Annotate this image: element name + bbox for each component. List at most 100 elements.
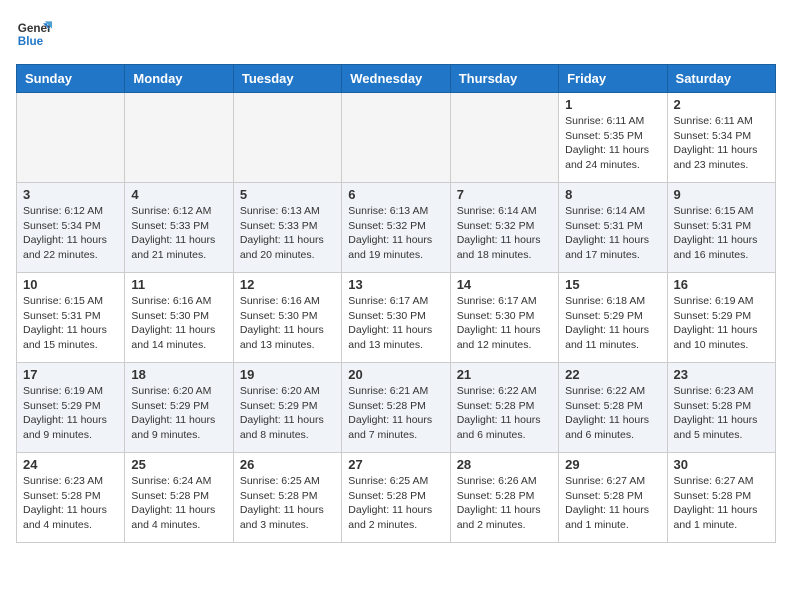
day-number: 15 xyxy=(565,277,660,292)
day-info: Sunrise: 6:23 AMSunset: 5:28 PMDaylight:… xyxy=(674,384,769,443)
calendar-cell: 28 Sunrise: 6:26 AMSunset: 5:28 PMDayligh… xyxy=(450,453,558,543)
day-info: Sunrise: 6:21 AMSunset: 5:28 PMDaylight:… xyxy=(348,384,443,443)
day-number: 25 xyxy=(131,457,226,472)
day-number: 28 xyxy=(457,457,552,472)
day-info: Sunrise: 6:11 AMSunset: 5:35 PMDaylight:… xyxy=(565,114,660,173)
day-info: Sunrise: 6:27 AMSunset: 5:28 PMDaylight:… xyxy=(674,474,769,533)
day-info: Sunrise: 6:12 AMSunset: 5:34 PMDaylight:… xyxy=(23,204,118,263)
day-number: 21 xyxy=(457,367,552,382)
weekday-header-sunday: Sunday xyxy=(17,65,125,93)
day-info: Sunrise: 6:22 AMSunset: 5:28 PMDaylight:… xyxy=(565,384,660,443)
calendar-week-2: 3 Sunrise: 6:12 AMSunset: 5:34 PMDaylight… xyxy=(17,183,776,273)
day-number: 24 xyxy=(23,457,118,472)
day-info: Sunrise: 6:11 AMSunset: 5:34 PMDaylight:… xyxy=(674,114,769,173)
day-number: 27 xyxy=(348,457,443,472)
weekday-header-wednesday: Wednesday xyxy=(342,65,450,93)
calendar-cell: 1 Sunrise: 6:11 AMSunset: 5:35 PMDaylight… xyxy=(559,93,667,183)
day-number: 22 xyxy=(565,367,660,382)
day-info: Sunrise: 6:15 AMSunset: 5:31 PMDaylight:… xyxy=(23,294,118,353)
day-number: 19 xyxy=(240,367,335,382)
day-info: Sunrise: 6:20 AMSunset: 5:29 PMDaylight:… xyxy=(131,384,226,443)
calendar-cell: 9 Sunrise: 6:15 AMSunset: 5:31 PMDaylight… xyxy=(667,183,775,273)
day-info: Sunrise: 6:19 AMSunset: 5:29 PMDaylight:… xyxy=(23,384,118,443)
calendar-cell: 27 Sunrise: 6:25 AMSunset: 5:28 PMDayligh… xyxy=(342,453,450,543)
logo-icon: General Blue xyxy=(16,16,52,52)
day-number: 30 xyxy=(674,457,769,472)
day-info: Sunrise: 6:16 AMSunset: 5:30 PMDaylight:… xyxy=(240,294,335,353)
day-info: Sunrise: 6:22 AMSunset: 5:28 PMDaylight:… xyxy=(457,384,552,443)
day-info: Sunrise: 6:13 AMSunset: 5:33 PMDaylight:… xyxy=(240,204,335,263)
day-info: Sunrise: 6:18 AMSunset: 5:29 PMDaylight:… xyxy=(565,294,660,353)
day-info: Sunrise: 6:26 AMSunset: 5:28 PMDaylight:… xyxy=(457,474,552,533)
day-number: 26 xyxy=(240,457,335,472)
calendar-cell: 23Sunrise: 6:23 AMSunset: 5:28 PMDayligh… xyxy=(667,363,775,453)
day-number: 18 xyxy=(131,367,226,382)
day-info: Sunrise: 6:12 AMSunset: 5:33 PMDaylight:… xyxy=(131,204,226,263)
calendar-cell: 20 Sunrise: 6:21 AMSunset: 5:28 PMDayligh… xyxy=(342,363,450,453)
calendar-cell: 24 Sunrise: 6:23 AMSunset: 5:28 PMDayligh… xyxy=(17,453,125,543)
calendar-cell: 14 Sunrise: 6:17 AMSunset: 5:30 PMDayligh… xyxy=(450,273,558,363)
weekday-header-tuesday: Tuesday xyxy=(233,65,341,93)
calendar-cell xyxy=(450,93,558,183)
day-info: Sunrise: 6:13 AMSunset: 5:32 PMDaylight:… xyxy=(348,204,443,263)
calendar-cell: 5Sunrise: 6:13 AMSunset: 5:33 PMDaylight… xyxy=(233,183,341,273)
day-info: Sunrise: 6:27 AMSunset: 5:28 PMDaylight:… xyxy=(565,474,660,533)
day-number: 7 xyxy=(457,187,552,202)
calendar-cell xyxy=(233,93,341,183)
day-number: 14 xyxy=(457,277,552,292)
weekday-header-monday: Monday xyxy=(125,65,233,93)
day-number: 13 xyxy=(348,277,443,292)
day-info: Sunrise: 6:24 AMSunset: 5:28 PMDaylight:… xyxy=(131,474,226,533)
day-info: Sunrise: 6:17 AMSunset: 5:30 PMDaylight:… xyxy=(457,294,552,353)
day-number: 2 xyxy=(674,97,769,112)
weekday-header-thursday: Thursday xyxy=(450,65,558,93)
calendar-week-1: 1 Sunrise: 6:11 AMSunset: 5:35 PMDaylight… xyxy=(17,93,776,183)
day-number: 11 xyxy=(131,277,226,292)
weekday-header-saturday: Saturday xyxy=(667,65,775,93)
day-info: Sunrise: 6:14 AMSunset: 5:32 PMDaylight:… xyxy=(457,204,552,263)
calendar-cell: 6 Sunrise: 6:13 AMSunset: 5:32 PMDaylight… xyxy=(342,183,450,273)
day-number: 12 xyxy=(240,277,335,292)
logo: General Blue xyxy=(16,16,56,52)
calendar-header-row: SundayMondayTuesdayWednesdayThursdayFrid… xyxy=(17,65,776,93)
calendar-week-5: 24 Sunrise: 6:23 AMSunset: 5:28 PMDayligh… xyxy=(17,453,776,543)
day-number: 20 xyxy=(348,367,443,382)
weekday-header-friday: Friday xyxy=(559,65,667,93)
calendar-cell: 19Sunrise: 6:20 AMSunset: 5:29 PMDayligh… xyxy=(233,363,341,453)
calendar-week-3: 10 Sunrise: 6:15 AMSunset: 5:31 PMDayligh… xyxy=(17,273,776,363)
day-number: 4 xyxy=(131,187,226,202)
calendar-cell: 2 Sunrise: 6:11 AMSunset: 5:34 PMDaylight… xyxy=(667,93,775,183)
calendar-table: SundayMondayTuesdayWednesdayThursdayFrid… xyxy=(16,64,776,543)
day-number: 16 xyxy=(674,277,769,292)
calendar-cell: 13 Sunrise: 6:17 AMSunset: 5:30 PMDayligh… xyxy=(342,273,450,363)
calendar-cell: 11 Sunrise: 6:16 AMSunset: 5:30 PMDayligh… xyxy=(125,273,233,363)
calendar-cell: 18 Sunrise: 6:20 AMSunset: 5:29 PMDayligh… xyxy=(125,363,233,453)
day-number: 6 xyxy=(348,187,443,202)
day-info: Sunrise: 6:25 AMSunset: 5:28 PMDaylight:… xyxy=(348,474,443,533)
day-info: Sunrise: 6:16 AMSunset: 5:30 PMDaylight:… xyxy=(131,294,226,353)
calendar-cell xyxy=(125,93,233,183)
calendar-week-4: 17Sunrise: 6:19 AMSunset: 5:29 PMDayligh… xyxy=(17,363,776,453)
calendar-cell: 3 Sunrise: 6:12 AMSunset: 5:34 PMDaylight… xyxy=(17,183,125,273)
day-number: 1 xyxy=(565,97,660,112)
calendar-cell: 4 Sunrise: 6:12 AMSunset: 5:33 PMDaylight… xyxy=(125,183,233,273)
day-info: Sunrise: 6:15 AMSunset: 5:31 PMDaylight:… xyxy=(674,204,769,263)
calendar-cell: 29Sunrise: 6:27 AMSunset: 5:28 PMDayligh… xyxy=(559,453,667,543)
day-number: 3 xyxy=(23,187,118,202)
svg-text:Blue: Blue xyxy=(18,35,44,48)
calendar-cell: 22 Sunrise: 6:22 AMSunset: 5:28 PMDayligh… xyxy=(559,363,667,453)
day-info: Sunrise: 6:23 AMSunset: 5:28 PMDaylight:… xyxy=(23,474,118,533)
day-number: 8 xyxy=(565,187,660,202)
calendar-cell: 25 Sunrise: 6:24 AMSunset: 5:28 PMDayligh… xyxy=(125,453,233,543)
calendar-cell: 17Sunrise: 6:19 AMSunset: 5:29 PMDayligh… xyxy=(17,363,125,453)
day-info: Sunrise: 6:17 AMSunset: 5:30 PMDaylight:… xyxy=(348,294,443,353)
calendar-cell: 30 Sunrise: 6:27 AMSunset: 5:28 PMDayligh… xyxy=(667,453,775,543)
day-info: Sunrise: 6:14 AMSunset: 5:31 PMDaylight:… xyxy=(565,204,660,263)
calendar-cell: 7 Sunrise: 6:14 AMSunset: 5:32 PMDaylight… xyxy=(450,183,558,273)
calendar-cell: 8 Sunrise: 6:14 AMSunset: 5:31 PMDaylight… xyxy=(559,183,667,273)
day-info: Sunrise: 6:19 AMSunset: 5:29 PMDaylight:… xyxy=(674,294,769,353)
day-number: 10 xyxy=(23,277,118,292)
day-number: 9 xyxy=(674,187,769,202)
day-info: Sunrise: 6:25 AMSunset: 5:28 PMDaylight:… xyxy=(240,474,335,533)
calendar-cell: 21 Sunrise: 6:22 AMSunset: 5:28 PMDayligh… xyxy=(450,363,558,453)
